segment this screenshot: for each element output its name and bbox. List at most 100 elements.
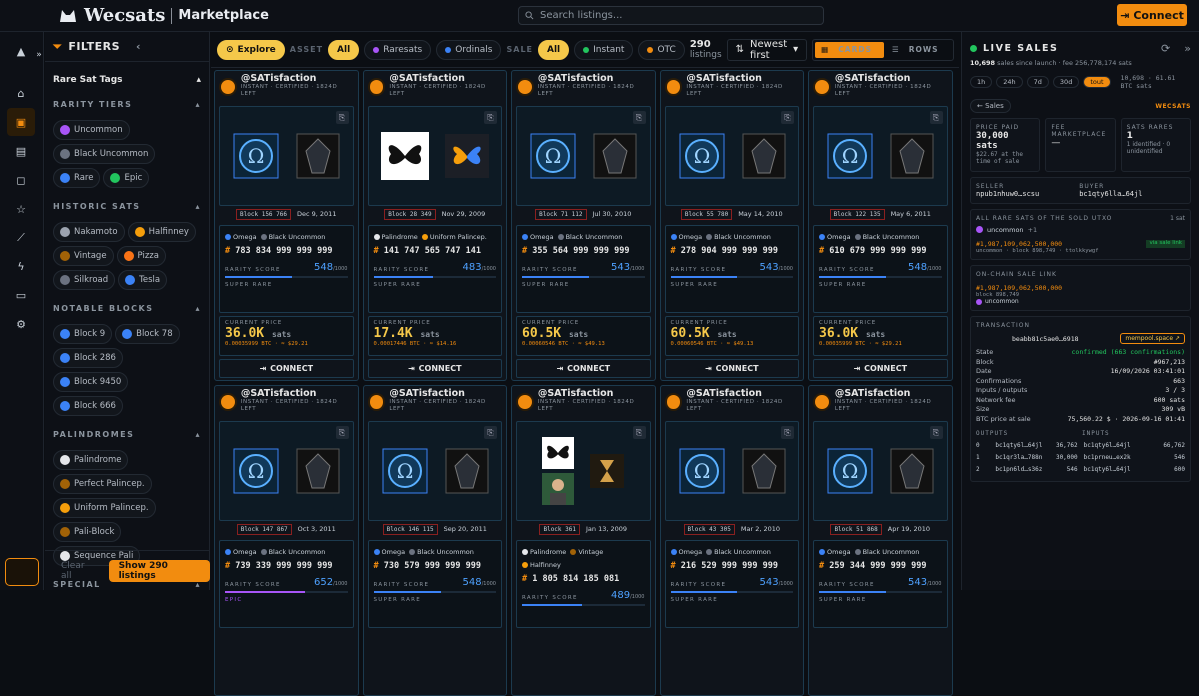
star-icon[interactable]: ☆ [12, 200, 30, 218]
filter-chip[interactable]: Block 9 [53, 324, 113, 344]
sat-number[interactable]: # 355 564 999 999 999 [522, 246, 645, 256]
filter-chip[interactable]: Black Uncommon [53, 144, 156, 164]
mempool-link[interactable]: mempool.space ↗ [1120, 333, 1185, 344]
seller-value[interactable]: npub1nhuw0…scsu [976, 190, 1039, 198]
sat-number[interactable]: # 1 805 814 185 081 [522, 574, 645, 584]
filter-section-header[interactable]: RARITY TIERS ▴ [53, 92, 201, 116]
filter-chip[interactable]: Block 78 [115, 324, 180, 344]
rows-view-button[interactable]: ☰ ROWS [886, 42, 951, 58]
chart-icon[interactable]: ⟋ [12, 229, 30, 247]
listing-card[interactable]: @SATisfaction INSTANT · CERTIFIED · 1824D… [362, 385, 507, 696]
explore-button[interactable]: ⊙ Explore [217, 39, 285, 60]
raresats-button[interactable]: Raresats [364, 39, 432, 60]
card-image[interactable]: Ω ⎘ [367, 421, 502, 521]
search-input[interactable]: Search listings... [518, 6, 824, 25]
card-connect-button[interactable]: ⇥ CONNECT [516, 359, 651, 378]
filter-section-header[interactable]: NOTABLE BLOCKS ▴ [53, 296, 201, 320]
card-image[interactable]: Ω ⎘ [813, 106, 948, 206]
sat-number[interactable]: # 259 344 999 999 999 [819, 561, 942, 571]
sat-number[interactable]: # 610 679 999 999 999 [819, 246, 942, 256]
listing-card[interactable]: @SATisfaction INSTANT · CERTIFIED · 1824D… [214, 385, 359, 696]
io-cell[interactable]: bc1qty6l…64jl [1084, 440, 1141, 452]
connect-button[interactable]: ⇥ Connect [1117, 4, 1187, 26]
timeframe-tab[interactable]: tout [1083, 76, 1111, 88]
io-cell[interactable]: bc1qty6l…64jl [995, 440, 1043, 452]
user-avatar[interactable] [5, 558, 39, 586]
sort-dropdown[interactable]: ⇅ Newest first ▾ [726, 38, 808, 61]
card-connect-button[interactable]: ⇥ CONNECT [813, 359, 948, 378]
io-cell[interactable]: bc1qty6l…64jl [1084, 464, 1141, 476]
io-cell[interactable]: bc1pn6ld…s36z [995, 464, 1043, 476]
card-image[interactable]: ⎘ [516, 421, 651, 521]
rare-sat-tags-header[interactable]: Rare Sat Tags ▴ [53, 68, 201, 92]
listing-card[interactable]: @SATisfaction INSTANT · CERTIFIED · 1824D… [659, 385, 804, 696]
seller-name[interactable]: @SATisfaction [241, 389, 354, 399]
sale-all-button[interactable]: All [538, 39, 570, 60]
asset-all-button[interactable]: All [328, 39, 360, 60]
card-connect-button[interactable]: ⇥ CONNECT [219, 359, 354, 378]
bolt-icon[interactable]: ϟ [12, 257, 30, 275]
filter-section-header[interactable]: HISTORIC SATS ▴ [53, 194, 201, 218]
brand[interactable]: Wecsats Marketplace [58, 5, 269, 26]
cat-icon[interactable]: ▲ [12, 42, 30, 60]
attach-icon[interactable]: ⎘ [335, 426, 349, 439]
sat-number[interactable]: # 730 579 999 999 999 [374, 561, 497, 571]
listing-card[interactable]: @SATisfaction INSTANT · CERTIFIED · 1824D… [214, 70, 359, 381]
sat-number[interactable]: # 783 834 999 999 999 [225, 246, 348, 256]
seller-name[interactable]: @SATisfaction [389, 389, 502, 399]
marketplace-icon[interactable]: ▣ [7, 108, 35, 136]
sat-number[interactable]: # 216 529 999 999 999 [671, 561, 794, 571]
buyer-value[interactable]: bc1qty6lla…64jl [1079, 190, 1142, 198]
book-icon[interactable]: ▤ [12, 142, 30, 160]
card-image[interactable]: Ω ⎘ [813, 421, 948, 521]
timeframe-tab[interactable]: 1h [970, 76, 993, 88]
ordinals-button[interactable]: Ordinals [436, 39, 502, 60]
sat-number[interactable]: # 278 904 999 999 999 [671, 246, 794, 256]
seller-name[interactable]: @SATisfaction [835, 389, 948, 399]
attach-icon[interactable]: ⎘ [484, 426, 497, 439]
filter-section-header[interactable]: PALINDROMES ▴ [53, 422, 201, 446]
attach-icon[interactable]: ⎘ [632, 426, 646, 439]
listing-card[interactable]: @SATisfaction INSTANT · CERTIFIED · 1824D… [808, 385, 953, 696]
filter-chip[interactable]: Halfinney [127, 222, 196, 242]
sat-number[interactable]: # 141 747 565 747 141 [374, 246, 497, 256]
rare-sat-id[interactable]: #1,987,109,062,500,000 [976, 240, 1062, 248]
seller-name[interactable]: @SATisfaction [686, 74, 799, 84]
timeframe-tab[interactable]: 30d [1052, 76, 1080, 88]
filter-chip[interactable]: Block 666 [53, 396, 123, 416]
card-image[interactable]: Ω ⎘ [219, 106, 354, 206]
attach-icon[interactable]: ⎘ [781, 426, 794, 439]
filter-chip[interactable]: Perfect Palincep. [53, 474, 152, 494]
cards-view-button[interactable]: ▦ CARDS [815, 41, 884, 58]
home-icon[interactable]: ⌂ [12, 84, 30, 102]
card-connect-button[interactable]: ⇥ CONNECT [664, 359, 799, 378]
filter-chip[interactable]: Block 9450 [53, 372, 129, 392]
filter-chip[interactable]: Pizza [116, 246, 166, 266]
sat-number[interactable]: # 739 339 999 999 999 [225, 561, 348, 571]
seller-name[interactable]: @SATisfaction [538, 389, 651, 399]
wallet-icon[interactable]: ▭ [12, 286, 30, 304]
attach-icon[interactable]: ⎘ [781, 111, 794, 124]
seller-name[interactable]: @SATisfaction [241, 74, 354, 84]
card-image[interactable]: Ω ⎘ [664, 421, 799, 521]
filter-chip[interactable]: Epic [103, 168, 150, 188]
timeframe-tab[interactable]: 7d [1026, 76, 1049, 88]
io-cell[interactable]: bc1qr3la…788n [995, 452, 1043, 464]
card-image[interactable]: ⎘ [367, 106, 502, 206]
seller-name[interactable]: @SATisfaction [835, 74, 948, 84]
listing-card[interactable]: @SATisfaction INSTANT · CERTIFIED · 1824D… [808, 70, 953, 381]
otc-button[interactable]: OTC [638, 39, 685, 60]
card-image[interactable]: Ω ⎘ [664, 106, 799, 206]
attach-icon[interactable]: ⎘ [632, 111, 646, 124]
filter-chip[interactable]: Block 286 [53, 348, 123, 368]
filter-chip[interactable]: Vintage [53, 246, 114, 266]
filter-chip[interactable]: Palindrome [53, 450, 129, 470]
listing-card[interactable]: @SATisfaction INSTANT · CERTIFIED · 1824D… [511, 385, 656, 696]
card-connect-button[interactable]: ⇥ CONNECT [367, 359, 502, 378]
seller-name[interactable]: @SATisfaction [538, 74, 651, 84]
listing-card[interactable]: @SATisfaction INSTANT · CERTIFIED · 1824D… [362, 70, 507, 381]
filter-chip[interactable]: Silkroad [53, 270, 116, 290]
filter-chip[interactable]: Nakamoto [53, 222, 125, 242]
onchain-sat[interactable]: #1,987,109,062,500,000 [976, 284, 1185, 292]
attach-icon[interactable]: ⎘ [484, 111, 497, 124]
